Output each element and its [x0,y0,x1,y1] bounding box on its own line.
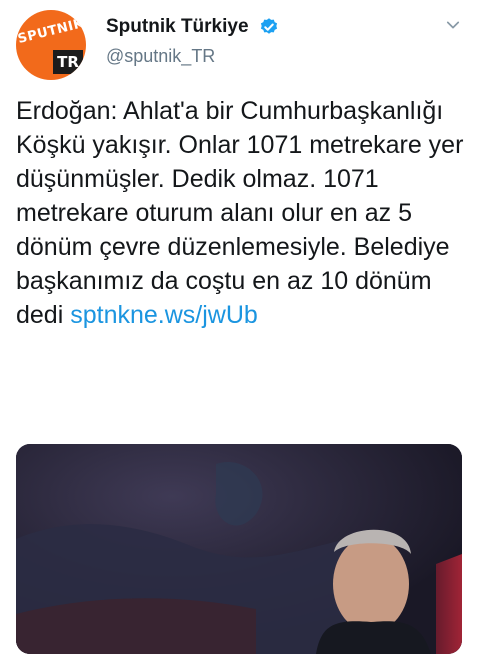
tweet-body: Erdoğan: Ahlat'a bir Cumhurbaşkanlığı Kö… [16,97,471,329]
avatar-tr-badge: TR [53,50,83,74]
avatar-logo-text: SPUTNIK [16,16,86,47]
tweet-media-image[interactable] [16,444,462,654]
tweet-header: SPUTNIK TR Sputnik Türkiye @sputnik_TR [16,10,466,80]
chevron-down-icon[interactable] [444,16,462,34]
tweet-link[interactable]: sptnkne.ws/jwUb [70,301,258,329]
tweet-text: Erdoğan: Ahlat'a bir Cumhurbaşkanlığı Kö… [16,94,466,332]
account-handle: @sputnik_TR [106,46,216,66]
display-name[interactable]: Sputnik Türkiye [106,16,249,38]
avatar[interactable]: SPUTNIK TR [16,10,86,80]
account-names[interactable]: Sputnik Türkiye @sputnik_TR [106,16,279,67]
media-photo [16,444,462,654]
verified-badge-icon [260,18,278,34]
